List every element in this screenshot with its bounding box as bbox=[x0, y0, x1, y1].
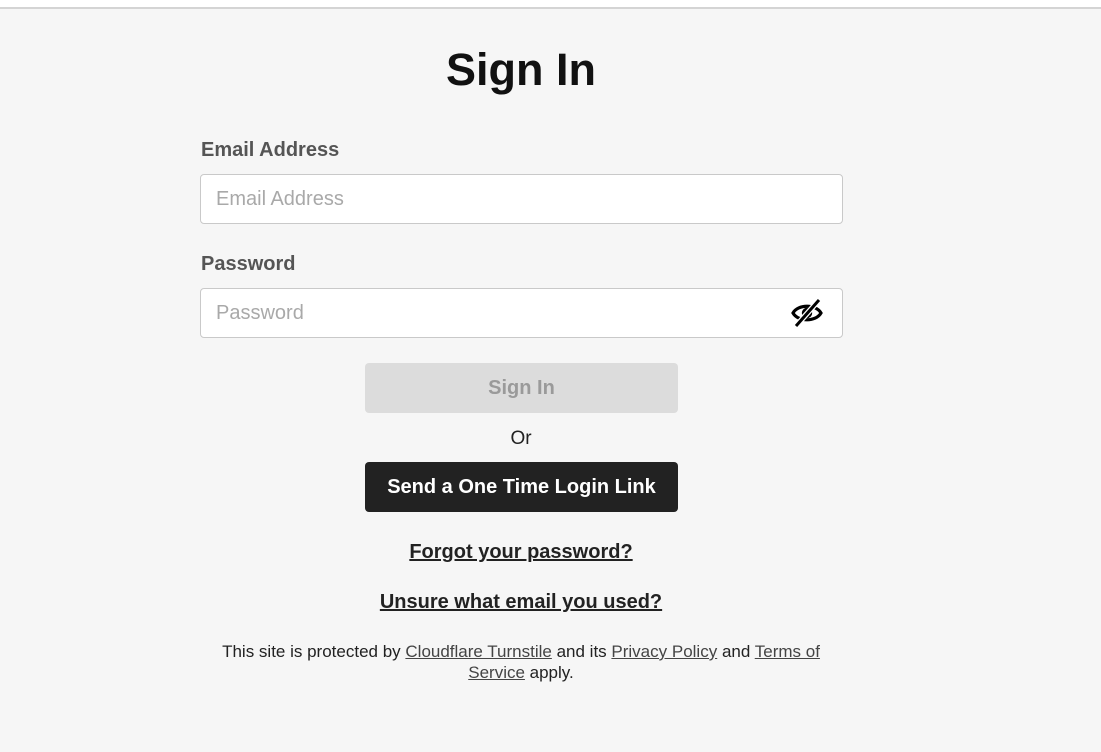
sign-in-button[interactable]: Sign In bbox=[365, 363, 678, 413]
email-input[interactable] bbox=[201, 175, 842, 223]
legal-middle: and its bbox=[551, 642, 612, 661]
or-separator: Or bbox=[510, 428, 532, 449]
password-input[interactable] bbox=[201, 289, 842, 337]
unsure-email-link[interactable]: Unsure what email you used? bbox=[380, 591, 662, 613]
legal-notice: This site is protected by Cloudflare Tur… bbox=[221, 641, 821, 683]
email-label: Email Address bbox=[201, 139, 340, 161]
email-field bbox=[200, 174, 843, 224]
unsure-email-row: Unsure what email you used? bbox=[0, 590, 1042, 614]
password-label: Password bbox=[201, 253, 296, 275]
privacy-policy-link[interactable]: Privacy Policy bbox=[611, 642, 717, 661]
password-field bbox=[200, 288, 843, 338]
sign-in-page: Sign In Email Address Password Sign In O… bbox=[0, 0, 1101, 752]
page-title: Sign In bbox=[446, 44, 596, 95]
legal-suffix: apply. bbox=[524, 663, 574, 682]
eye-off-icon[interactable] bbox=[790, 297, 824, 329]
forgot-password-link[interactable]: Forgot your password? bbox=[409, 541, 632, 563]
top-divider bbox=[0, 0, 1101, 9]
cloudflare-turnstile-link[interactable]: Cloudflare Turnstile bbox=[405, 642, 551, 661]
send-login-link-button[interactable]: Send a One Time Login Link bbox=[365, 462, 678, 512]
legal-and: and bbox=[717, 642, 755, 661]
legal-prefix: This site is protected by bbox=[222, 642, 406, 661]
forgot-password-row: Forgot your password? bbox=[0, 540, 1042, 564]
